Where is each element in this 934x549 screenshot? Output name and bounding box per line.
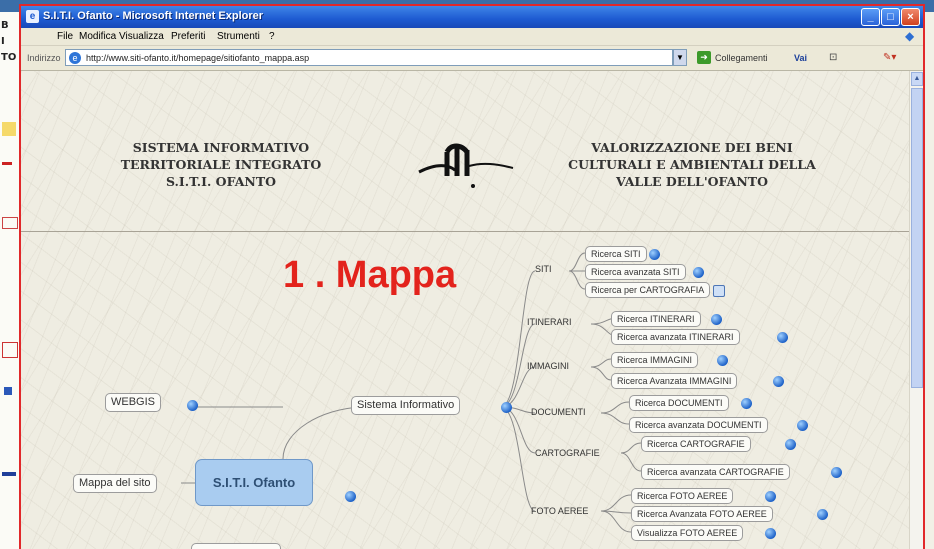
link-pin-icon[interactable]: [777, 332, 788, 343]
ricerca-avanzata-siti-node[interactable]: Ricerca avanzata SITI: [585, 264, 686, 280]
link-pin-icon[interactable]: [501, 402, 512, 413]
ricerca-foto-aeree-node[interactable]: Ricerca FOTO AEREE: [631, 488, 734, 504]
window-title: S.I.T.I. Ofanto - Microsoft Internet Exp…: [43, 10, 264, 22]
link-pin-icon[interactable]: [693, 267, 704, 278]
ie-icon: e: [26, 10, 39, 23]
menu-bar: File Modifica Visualizza Preferiti Strum…: [21, 28, 923, 46]
bg-edge-text: TO: [1, 52, 17, 63]
browser-window: e S.I.T.I. Ofanto - Microsoft Internet E…: [19, 4, 925, 549]
menu-file[interactable]: File: [57, 31, 73, 42]
link-pin-icon[interactable]: [717, 355, 728, 366]
mappa-sito-node[interactable]: Mappa del sito: [73, 474, 157, 493]
link-pin-icon[interactable]: [187, 400, 198, 411]
link-pin-icon[interactable]: [817, 509, 828, 520]
ricerca-cartografie-node[interactable]: Ricerca CARTOGRAFIE: [641, 436, 751, 452]
menu-visualizza[interactable]: Visualizza: [119, 31, 164, 42]
go-arrow-icon[interactable]: ➜: [697, 51, 711, 64]
link-pin-icon[interactable]: [741, 398, 752, 409]
windows-flag-icon: ◆: [905, 29, 915, 43]
bg-edge-block: [2, 342, 18, 358]
go-button[interactable]: Vai: [794, 53, 807, 63]
address-input[interactable]: e http://www.siti-ofanto.it/homepage/sit…: [65, 49, 673, 66]
toolbar-tools-icon[interactable]: ✎▾: [883, 52, 896, 63]
menu-strumenti[interactable]: Strumenti: [217, 31, 260, 42]
links-label[interactable]: Collegamenti: [715, 53, 768, 63]
ricerca-siti-node[interactable]: Ricerca SITI: [585, 246, 647, 262]
ricerca-avanzata-itinerari-node[interactable]: Ricerca avanzata ITINERARI: [611, 329, 740, 345]
bg-edge-block: [2, 122, 16, 136]
category-cartografie[interactable]: CARTOGRAFIE: [535, 448, 600, 458]
scrollbar-thumb[interactable]: [911, 88, 923, 388]
ricerca-avanzata-immagini-node[interactable]: Ricerca Avanzata IMMAGINI: [611, 373, 738, 389]
ricerca-immagini-node[interactable]: Ricerca IMMAGINI: [611, 352, 699, 368]
ricerca-avanzata-cartografie-node[interactable]: Ricerca avanzata CARTOGRAFIE: [641, 464, 790, 480]
webgis-node[interactable]: WEBGIS: [105, 393, 162, 412]
visualizza-foto-aeree-node[interactable]: Visualizza FOTO AEREE: [631, 525, 744, 541]
snagit-icon[interactable]: ⊡: [829, 52, 837, 63]
address-bar: Indirizzo e http://www.siti-ofanto.it/ho…: [21, 46, 923, 71]
partial-node[interactable]: [191, 543, 281, 549]
address-label: Indirizzo: [27, 53, 61, 63]
menu-preferiti[interactable]: Preferiti: [171, 31, 205, 42]
category-itinerari[interactable]: ITINERARI: [527, 317, 572, 327]
ricerca-itinerari-node[interactable]: Ricerca ITINERARI: [611, 311, 701, 327]
category-documenti[interactable]: DOCUMENTI: [531, 407, 586, 417]
bg-edge-block: [2, 472, 16, 476]
slide-title: 1 . Mappa: [283, 254, 457, 296]
ricerca-cartografia-node[interactable]: Ricerca per CARTOGRAFIA: [585, 282, 711, 298]
bg-edge-text: I: [1, 36, 5, 47]
bg-edge-block: [4, 387, 12, 395]
map-icon[interactable]: [713, 285, 725, 297]
bg-edge-block: [2, 162, 12, 165]
address-dropdown-icon[interactable]: ▼: [673, 49, 687, 66]
scroll-up-icon[interactable]: ▲: [911, 72, 923, 86]
category-siti[interactable]: SITI: [535, 264, 552, 274]
maximize-button[interactable]: □: [881, 8, 900, 26]
link-pin-icon[interactable]: [785, 439, 796, 450]
title-bar: e S.I.T.I. Ofanto - Microsoft Internet E…: [21, 6, 923, 28]
bg-edge-block: [2, 217, 18, 229]
category-foto-aeree[interactable]: FOTO AEREE: [531, 506, 588, 516]
link-pin-icon[interactable]: [649, 249, 660, 260]
address-url: http://www.siti-ofanto.it/homepage/sitio…: [86, 53, 310, 63]
ricerca-avanzata-documenti-node[interactable]: Ricerca avanzata DOCUMENTI: [629, 417, 768, 433]
link-pin-icon[interactable]: [773, 376, 784, 387]
vertical-scrollbar[interactable]: ▲: [909, 71, 923, 549]
link-pin-icon[interactable]: [831, 467, 842, 478]
minimize-button[interactable]: _: [861, 8, 880, 26]
link-pin-icon[interactable]: [765, 528, 776, 539]
link-pin-icon[interactable]: [345, 491, 356, 502]
ricerca-avanzata-foto-aeree-node[interactable]: Ricerca Avanzata FOTO AEREE: [631, 506, 773, 522]
link-pin-icon[interactable]: [711, 314, 722, 325]
link-pin-icon[interactable]: [797, 420, 808, 431]
link-pin-icon[interactable]: [765, 491, 776, 502]
bg-edge-text: B: [1, 20, 9, 31]
ricerca-documenti-node[interactable]: Ricerca DOCUMENTI: [629, 395, 729, 411]
page-icon: e: [69, 52, 81, 64]
category-immagini[interactable]: IMMAGINI: [527, 361, 569, 371]
menu-modifica[interactable]: Modifica: [79, 31, 116, 42]
background-window-left-edge: B I TO: [0, 12, 21, 549]
siti-ofanto-centre-node[interactable]: S.I.T.I. Ofanto: [195, 459, 313, 506]
close-button[interactable]: ×: [901, 8, 920, 26]
menu-help[interactable]: ?: [269, 31, 275, 42]
page-content: SISTEMA INFORMATIVO TERRITORIALE INTEGRA…: [21, 71, 909, 549]
sistema-informativo-node[interactable]: Sistema Informativo: [351, 396, 461, 415]
